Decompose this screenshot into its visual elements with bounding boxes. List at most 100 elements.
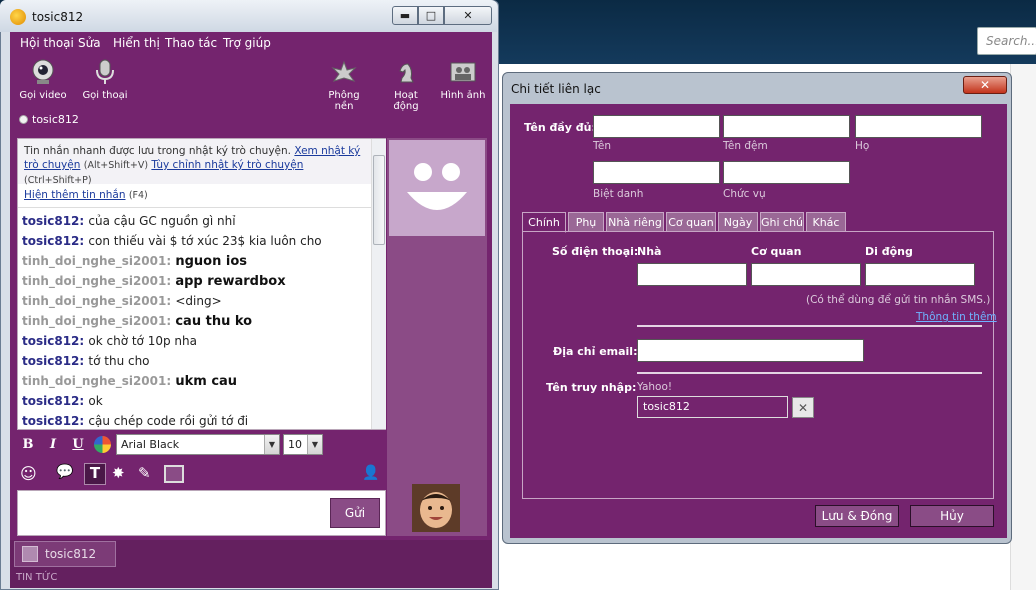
contact-icon[interactable]: 👤: [362, 465, 382, 483]
menu-actions[interactable]: Thao tác: [165, 36, 217, 50]
first-name-caption: Tên: [593, 140, 612, 152]
show-more-link[interactable]: Hiện thêm tin nhắn: [24, 189, 126, 201]
message-sender: tosic812: [22, 354, 80, 368]
status-dot: [19, 115, 28, 124]
photos-icon: [448, 58, 478, 86]
chat-history: Tin nhắn nhanh được lưu trong nhật ký tr…: [17, 138, 386, 430]
phone-home-field[interactable]: [637, 263, 747, 286]
attachment-icon[interactable]: ✎: [138, 464, 160, 484]
share-screen-icon[interactable]: [164, 465, 184, 483]
chat-message: tosic812: ok chờ tớ 10p nha: [22, 334, 197, 348]
first-name-field[interactable]: [593, 115, 720, 138]
message-text: con thiếu vài $ tớ xúc 23$ kia luôn cho: [88, 234, 322, 248]
photos-button[interactable]: Hình ảnh: [440, 58, 486, 101]
tab-dates[interactable]: Ngày: [718, 212, 758, 232]
minimize-button[interactable]: ▬: [392, 6, 418, 25]
message-text: ukm cau: [175, 374, 238, 389]
emoticon-icon[interactable]: ☺: [20, 464, 42, 484]
chat-message: tinh_doi_nghe_si2001: ukm cau: [22, 374, 238, 389]
tab-secondary[interactable]: Phụ: [568, 212, 604, 232]
last-name-field[interactable]: [855, 115, 982, 138]
dialog-title: Chi tiết liên lạc: [511, 82, 601, 96]
message-sender: tosic812: [22, 394, 80, 408]
middle-name-field[interactable]: [723, 115, 850, 138]
message-sender: tinh_doi_nghe_si2001: [22, 374, 167, 388]
message-sender: tinh_doi_nghe_si2001: [22, 314, 167, 328]
italic-button[interactable]: I: [44, 437, 62, 453]
color-palette-icon[interactable]: [94, 436, 111, 453]
menu-edit[interactable]: Sửa: [78, 36, 101, 50]
underline-button[interactable]: U: [69, 437, 87, 453]
menu-conversation[interactable]: Hội thoại: [20, 36, 74, 50]
scrollbar-thumb[interactable]: [373, 155, 385, 245]
messenger-app-icon: [10, 9, 26, 25]
cancel-button[interactable]: Hủy: [910, 505, 994, 527]
message-text: ok chờ tớ 10p nha: [88, 334, 197, 348]
activity-button[interactable]: Hoạt động: [380, 58, 432, 112]
last-name-caption: Họ: [855, 140, 870, 152]
text-format-icon[interactable]: T: [84, 463, 106, 485]
job-title-field[interactable]: [723, 161, 850, 184]
buzz-icon[interactable]: 💬: [56, 464, 78, 484]
phone-mobile-field[interactable]: [865, 263, 975, 286]
close-button[interactable]: ✕: [444, 6, 492, 25]
phone-home-caption: Nhà: [637, 245, 662, 258]
news-label[interactable]: TIN TỨC: [16, 572, 57, 583]
my-avatar[interactable]: [412, 484, 460, 532]
chess-knight-icon: [391, 58, 421, 86]
customize-history-link[interactable]: Tùy chỉnh nhật ký trò chuyện: [151, 159, 303, 171]
background-search-input[interactable]: Search...: [977, 27, 1036, 55]
font-size-select[interactable]: 10 ▼: [283, 434, 323, 455]
chat-message: tinh_doi_nghe_si2001: cau thu ko: [22, 314, 253, 329]
menu-view[interactable]: Hiển thị: [113, 36, 160, 50]
menu-help[interactable]: Trợ giúp: [223, 36, 271, 50]
maximize-button[interactable]: □: [418, 6, 444, 25]
save-close-button[interactable]: Lưu & Đóng: [815, 505, 899, 527]
tab-work[interactable]: Cơ quan: [666, 212, 716, 232]
email-field[interactable]: [637, 339, 864, 362]
background-page: [1010, 64, 1036, 590]
contact-status-name: tosic812: [32, 113, 79, 126]
more-info-link[interactable]: Thông tin thêm: [916, 311, 997, 323]
message-text: <ding>: [175, 294, 222, 308]
chat-message: tosic812: cậu chép code rồi gửi tớ đi: [22, 414, 249, 428]
microphone-icon: [90, 58, 120, 86]
voice-call-button[interactable]: Gọi thoại: [80, 58, 130, 101]
message-sender: tosic812: [22, 214, 80, 228]
photos-label: Hình ảnh: [440, 90, 486, 101]
email-label: Địa chỉ email:: [553, 345, 638, 358]
nickname-field[interactable]: [593, 161, 720, 184]
tab-other[interactable]: Khác: [806, 212, 846, 232]
audibles-icon[interactable]: ✸: [112, 464, 134, 484]
tab-home[interactable]: Nhà riêng: [606, 212, 664, 232]
chat-message: tinh_doi_nghe_si2001: nguon ios: [22, 254, 247, 269]
phone-work-field[interactable]: [751, 263, 861, 286]
tab-main[interactable]: Chính: [522, 212, 566, 233]
dialog-close-button[interactable]: ✕: [963, 76, 1007, 94]
chat-scrollbar[interactable]: [371, 139, 386, 429]
show-more: Hiện thêm tin nhắn (F4): [24, 189, 148, 201]
username-field[interactable]: tosic812: [637, 396, 788, 418]
tab-notes[interactable]: Ghi chú: [760, 212, 804, 232]
chevron-down-icon: ▼: [264, 435, 279, 454]
customize-history-shortcut: (Ctrl+Shift+P): [24, 175, 92, 186]
divider: [637, 372, 982, 374]
bold-button[interactable]: B: [19, 437, 37, 453]
chat-message: tosic812: tớ thu cho: [22, 354, 150, 368]
send-button[interactable]: Gửi: [330, 498, 380, 528]
font-select[interactable]: Arial Black ▼: [116, 434, 280, 455]
avatar-panel: [387, 138, 487, 536]
contact-avatar[interactable]: [389, 140, 485, 236]
sms-note: (Có thể dùng để gửi tin nhắn SMS.): [806, 294, 991, 306]
wallpaper-button[interactable]: Phông nền: [318, 58, 370, 112]
video-call-button[interactable]: Gọi video: [18, 58, 68, 101]
history-info: Tin nhắn nhanh được lưu trong nhật ký tr…: [18, 139, 371, 186]
message-text: ok: [88, 394, 103, 408]
font-value: Arial Black: [121, 438, 180, 451]
message-text: nguon ios: [175, 254, 247, 269]
smiley-icon: [407, 163, 467, 210]
chevron-down-icon: ▼: [307, 435, 322, 454]
clear-icon[interactable]: ✕: [792, 397, 814, 418]
phone-mobile-caption: Di động: [865, 245, 913, 258]
video-call-label: Gọi video: [19, 90, 67, 101]
